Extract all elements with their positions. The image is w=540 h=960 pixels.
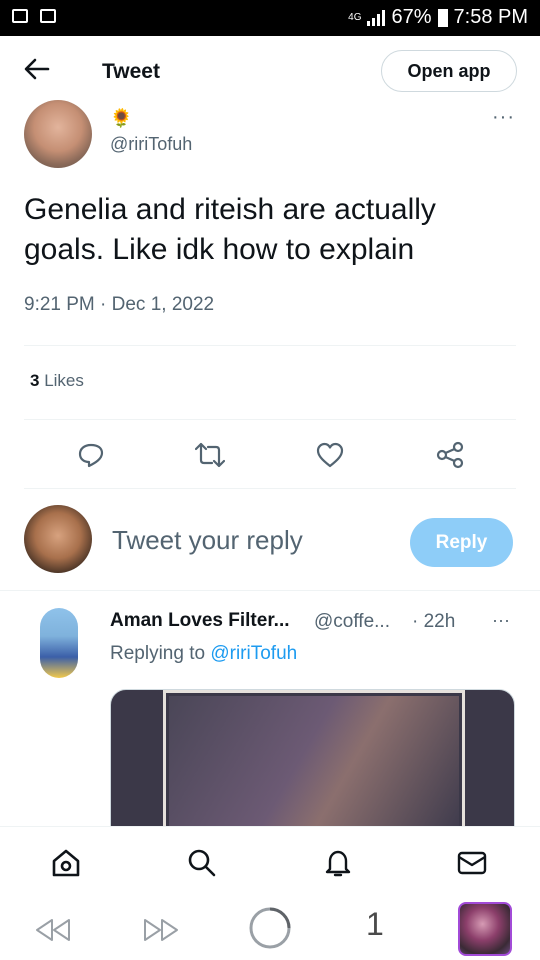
bottom-navigation	[0, 826, 540, 897]
top-bar: Tweet Open app	[0, 36, 540, 106]
retweet-icon	[195, 442, 225, 468]
network-type: 4G	[348, 11, 362, 23]
back-button[interactable]	[24, 58, 50, 84]
messages-icon	[457, 851, 487, 875]
current-user-avatar	[24, 505, 92, 573]
retweet-action-button[interactable]	[195, 440, 225, 470]
image-notification-icon	[12, 9, 28, 23]
status-time: 7:58 PM	[453, 6, 528, 28]
signal-icon	[367, 9, 386, 26]
divider	[24, 345, 516, 346]
divider	[24, 419, 516, 420]
likes-number: 3	[30, 371, 40, 390]
arrow-left-icon	[24, 58, 50, 80]
reply-button[interactable]: Reply	[410, 518, 513, 567]
divider	[0, 590, 540, 591]
author-display-name[interactable]: 🌻	[110, 108, 132, 129]
nav-home-button[interactable]	[50, 847, 82, 879]
browser-back-button[interactable]	[34, 918, 72, 947]
like-action-button[interactable]	[315, 440, 345, 470]
fast-forward-icon	[144, 919, 178, 941]
reply-author-name[interactable]: Aman Loves Filter...	[110, 610, 290, 632]
page-title: Tweet	[102, 60, 160, 83]
home-icon	[52, 849, 80, 877]
replying-to: Replying to @ririTofuh	[110, 643, 297, 665]
media-frame	[163, 690, 465, 828]
tweet-text: Genelia and riteish are actually goals. …	[24, 193, 436, 266]
profile-avatar[interactable]	[458, 902, 512, 956]
author-handle[interactable]: @ririTofuh	[110, 134, 192, 155]
likes-count[interactable]: 3 Likes	[30, 371, 84, 391]
reply-icon	[78, 443, 104, 468]
nav-notifications-button[interactable]	[322, 847, 354, 879]
battery-icon	[437, 8, 448, 27]
reply-action-button[interactable]	[76, 440, 106, 470]
notifications-icon	[325, 850, 351, 877]
author-avatar[interactable]	[24, 100, 92, 168]
share-action-button[interactable]	[435, 440, 465, 470]
open-app-button[interactable]: Open app	[381, 50, 517, 92]
search-icon	[188, 849, 216, 877]
divider	[24, 488, 516, 489]
tab-count[interactable]: 1	[366, 906, 384, 943]
replying-to-link[interactable]: @ririTofuh	[210, 643, 297, 664]
browser-reload-button[interactable]	[248, 906, 292, 955]
likes-label: Likes	[44, 371, 84, 390]
status-left-icons	[12, 9, 56, 23]
reply-media-image[interactable]	[110, 689, 515, 829]
status-bar: 4G 67% 7:58 PM	[0, 0, 540, 36]
reply-author-avatar[interactable]	[40, 608, 78, 678]
tweet-timestamp[interactable]: 9:21 PM · Dec 1, 2022	[24, 294, 214, 316]
reply-author-handle[interactable]: @coffe...	[314, 611, 390, 633]
reply-input[interactable]: Tweet your reply	[112, 525, 303, 556]
share-icon	[436, 441, 464, 469]
browser-forward-button[interactable]	[142, 918, 180, 947]
status-right: 4G 67% 7:58 PM	[348, 6, 528, 29]
app-notification-icon	[40, 9, 56, 23]
replying-prefix: Replying to	[110, 643, 206, 664]
rewind-icon	[36, 919, 70, 941]
battery-percent: 67%	[391, 6, 432, 28]
nav-search-button[interactable]	[186, 847, 218, 879]
nav-messages-button[interactable]	[456, 847, 488, 879]
reply-more-options-button[interactable]: ···	[492, 610, 510, 631]
reply-time[interactable]: · 22h	[412, 611, 455, 633]
heart-icon	[316, 442, 344, 468]
loading-circle-icon	[249, 907, 291, 949]
more-options-button[interactable]: ···	[492, 106, 515, 129]
